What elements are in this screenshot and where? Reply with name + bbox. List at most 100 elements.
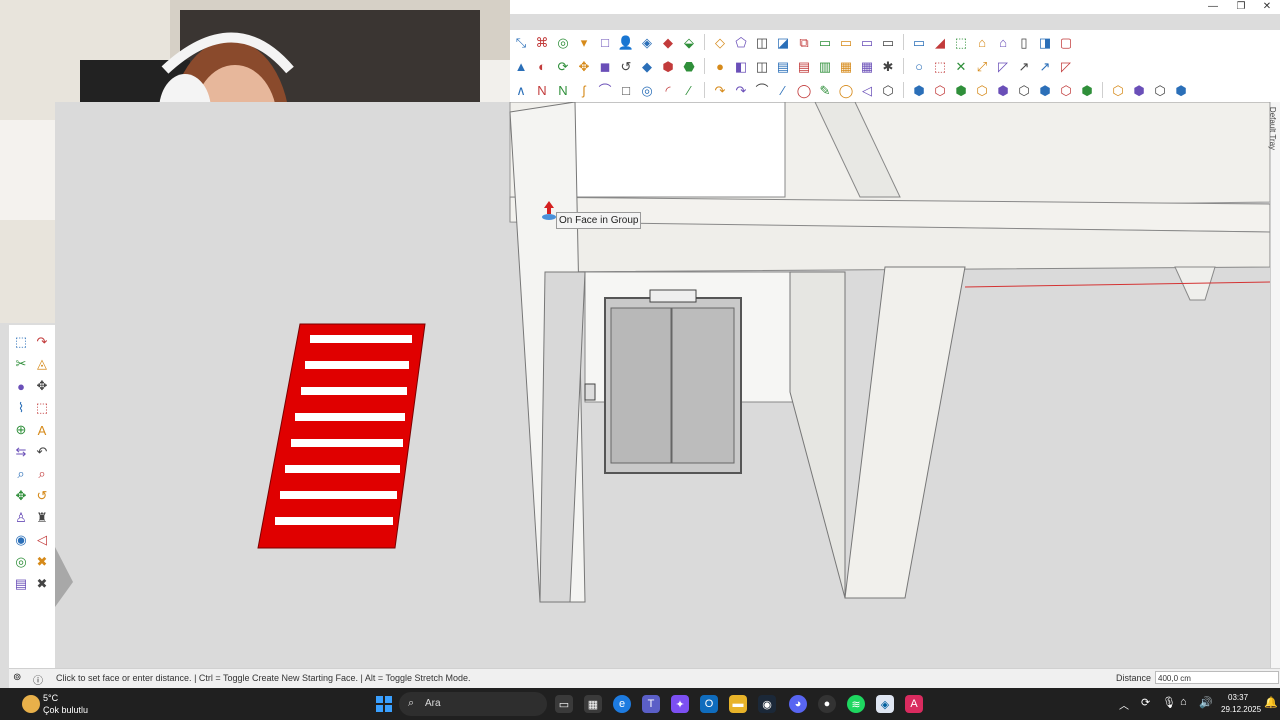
toolbar-tool-icon[interactable]: ʃ xyxy=(575,81,593,99)
toolbar-tool-icon[interactable]: ⬠ xyxy=(732,33,750,51)
toolbar-tool-icon[interactable]: ◼ xyxy=(596,57,614,75)
left-tool-icon[interactable]: ✂ xyxy=(12,355,30,373)
toolbar-tool-icon[interactable]: ◨ xyxy=(1036,33,1054,51)
toolbar-tool-icon[interactable]: ⌂ xyxy=(994,33,1012,51)
taskbar-search[interactable]: ⌕ Ara xyxy=(399,692,547,716)
left-tool-icon[interactable]: ↶ xyxy=(33,443,51,461)
toolbar-tool-icon[interactable]: ⬚ xyxy=(931,57,949,75)
toolbar-tool-icon[interactable]: ◜ xyxy=(659,81,677,99)
toolbar-tool-icon[interactable]: ◁ xyxy=(858,81,876,99)
toolbar-tool-icon[interactable]: ▯ xyxy=(1015,33,1033,51)
steam-icon[interactable]: ◉ xyxy=(758,695,776,713)
sketchup-viewport[interactable] xyxy=(55,102,1270,668)
teams-icon[interactable]: T xyxy=(642,695,660,713)
toolbar-tool-icon[interactable]: ⬢ xyxy=(1130,81,1148,99)
toolbar-tool-icon[interactable]: ▲ xyxy=(512,57,530,75)
toolbar-tool-icon[interactable]: ◐ xyxy=(533,57,551,75)
toolbar-tool-icon[interactable]: ▭ xyxy=(879,33,897,51)
left-tool-icon[interactable]: ⬚ xyxy=(12,333,30,351)
notification-bell-icon[interactable]: 🔔 xyxy=(1264,696,1278,709)
clock-time[interactable]: 03:37 xyxy=(1228,693,1248,702)
toolbar-tool-icon[interactable]: ⬡ xyxy=(1057,81,1075,99)
task-view-icon[interactable]: ▭ xyxy=(555,695,573,713)
toolbar-tool-icon[interactable]: ✱ xyxy=(879,57,897,75)
toolbar-tool-icon[interactable]: ∧ xyxy=(512,81,530,99)
toolbar-tool-icon[interactable]: ⌘ xyxy=(533,33,551,51)
toolbar-tool-icon[interactable]: ↗ xyxy=(1036,57,1054,75)
info-icon[interactable]: ⓘ xyxy=(33,672,43,687)
default-tray[interactable]: Default Tray xyxy=(1268,102,1280,668)
toolbar-tool-icon[interactable]: ◎ xyxy=(638,81,656,99)
toolbar-tool-icon[interactable]: ◫ xyxy=(753,33,771,51)
toolbar-tool-icon[interactable]: ⟳ xyxy=(554,57,572,75)
toolbar-tool-icon[interactable]: 👤 xyxy=(617,33,635,51)
toolbar-tool-icon[interactable]: ◎ xyxy=(554,33,572,51)
toolbar-tool-icon[interactable]: ◸ xyxy=(1057,57,1075,75)
toolbar-tool-icon[interactable]: ⬡ xyxy=(1015,81,1033,99)
toolbar-tool-icon[interactable]: ⬢ xyxy=(994,81,1012,99)
left-tool-icon[interactable]: ◉ xyxy=(12,531,30,549)
toolbar-tool-icon[interactable]: ⬢ xyxy=(910,81,928,99)
toolbar-tool-icon[interactable]: Ν xyxy=(533,81,551,99)
toolbar-tool-icon[interactable]: ◈ xyxy=(638,33,656,51)
left-tool-icon[interactable]: ⇆ xyxy=(12,443,30,461)
left-tool-icon[interactable]: ⬚ xyxy=(33,399,51,417)
toolbar-tool-icon[interactable]: ◯ xyxy=(837,81,855,99)
toolbar-tool-icon[interactable]: ⤢ xyxy=(973,57,991,75)
left-tool-icon[interactable]: ↺ xyxy=(33,487,51,505)
toolbar-tool-icon[interactable]: ▤ xyxy=(774,57,792,75)
toolbar-tool-icon[interactable]: ⬡ xyxy=(879,81,897,99)
toolbar-tool-icon[interactable]: ○ xyxy=(910,57,928,75)
network-icon[interactable]: ⌂ xyxy=(1180,696,1187,708)
geo-location-icon[interactable]: ⊚ xyxy=(13,672,21,683)
left-tool-icon[interactable]: ▤ xyxy=(12,575,30,593)
toolbar-tool-icon[interactable]: ⌒ xyxy=(596,81,614,99)
toolbar-tool-icon[interactable]: ⬚ xyxy=(952,33,970,51)
toolbar-tool-icon[interactable]: ▭ xyxy=(816,33,834,51)
toolbar-tool-icon[interactable]: ◧ xyxy=(732,57,750,75)
toolbar-tool-icon[interactable]: ▤ xyxy=(795,57,813,75)
sync-icon[interactable]: ⟳ xyxy=(1141,696,1150,709)
left-tool-icon[interactable]: ↷ xyxy=(33,333,51,351)
left-tool-icon[interactable]: ✖ xyxy=(33,553,51,571)
left-tool-icon[interactable]: ● xyxy=(12,377,30,395)
toolbar-tool-icon[interactable]: □ xyxy=(596,33,614,51)
toolbar-tool-icon[interactable]: ◆ xyxy=(638,57,656,75)
microphone-icon[interactable]: 🎙 xyxy=(1162,696,1176,709)
start-button[interactable] xyxy=(375,695,393,713)
file-explorer-icon[interactable]: ▬ xyxy=(729,695,747,713)
toolbar-tool-icon[interactable]: ▦ xyxy=(858,57,876,75)
toolbar-tool-icon[interactable]: ▢ xyxy=(1057,33,1075,51)
toolbar-tool-icon[interactable]: ▭ xyxy=(858,33,876,51)
distance-input[interactable]: 400,0 cm xyxy=(1155,671,1279,684)
toolbar-tool-icon[interactable]: ⌒ xyxy=(753,81,771,99)
toolbar-tool-icon[interactable]: ▾ xyxy=(575,33,593,51)
toolbar-tool-icon[interactable]: ↷ xyxy=(732,81,750,99)
toolbar-tool-icon[interactable]: Ν xyxy=(554,81,572,99)
toolbar-tool-icon[interactable]: ⌂ xyxy=(973,33,991,51)
toolbar-tool-icon[interactable]: ◇ xyxy=(711,33,729,51)
toolbar-tool-icon[interactable]: ◯ xyxy=(795,81,813,99)
left-tool-icon[interactable]: ⌕ xyxy=(12,465,30,483)
left-tool-icon[interactable]: ♜ xyxy=(33,509,51,527)
close-button[interactable]: ✕ xyxy=(1252,0,1280,14)
left-tool-icon[interactable]: ◬ xyxy=(33,355,51,373)
weather-icon[interactable] xyxy=(22,695,40,713)
toolbar-tool-icon[interactable]: ◸ xyxy=(994,57,1012,75)
discord-icon[interactable]: ◕ xyxy=(789,695,807,713)
toolbar-tool-icon[interactable]: ▥ xyxy=(816,57,834,75)
toolbar-tool-icon[interactable]: ● xyxy=(711,57,729,75)
tray-overflow-chevron-icon[interactable]: ︿ xyxy=(1119,697,1129,712)
toolbar-tool-icon[interactable]: ✎ xyxy=(816,81,834,99)
store-icon[interactable]: ▦ xyxy=(584,695,602,713)
left-tool-icon[interactable]: ⌇ xyxy=(12,399,30,417)
left-tool-icon[interactable]: ◁ xyxy=(33,531,51,549)
toolbar-tool-icon[interactable]: ✕ xyxy=(952,57,970,75)
left-tool-icon[interactable]: ♙ xyxy=(12,509,30,527)
left-tool-icon[interactable]: ◎ xyxy=(12,553,30,571)
toolbar-tool-icon[interactable]: ⬙ xyxy=(680,33,698,51)
toolbar-tool-icon[interactable]: ⬡ xyxy=(973,81,991,99)
toolbar-tool-icon[interactable]: ▭ xyxy=(910,33,928,51)
toolbar-tool-icon[interactable]: ⬢ xyxy=(1036,81,1054,99)
toolbar-tool-icon[interactable]: ⬢ xyxy=(1078,81,1096,99)
